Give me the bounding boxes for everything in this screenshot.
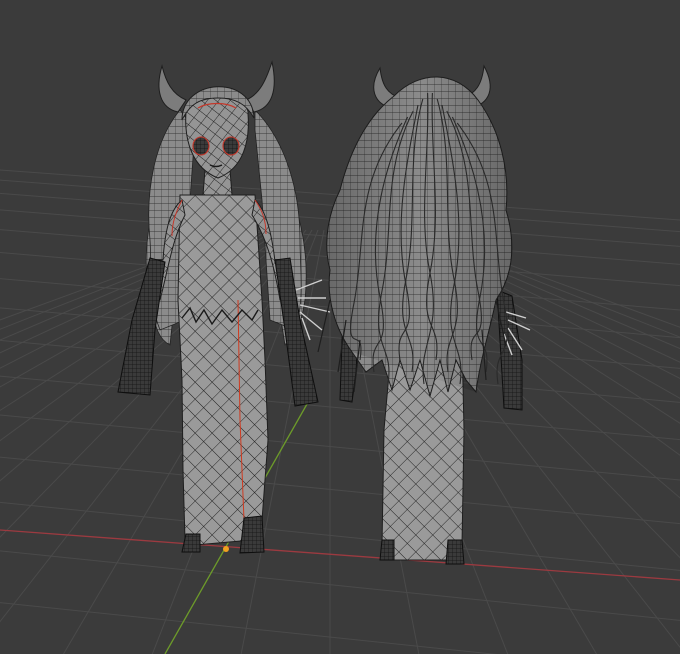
- back-foot-left: [379, 539, 395, 561]
- grid-line: [0, 501, 680, 571]
- grid-line: [0, 550, 680, 621]
- character-back-view[interactable]: [317, 64, 531, 565]
- 3d-viewport[interactable]: [0, 0, 680, 654]
- front-dress: [177, 194, 269, 546]
- x-axis-line: [0, 529, 680, 581]
- front-foot-right: [239, 515, 265, 554]
- grid-line: [0, 414, 680, 481]
- front-horn-left-icon: [158, 64, 187, 113]
- world-origin-icon: [223, 546, 229, 552]
- front-eye-right-icon: [222, 136, 240, 156]
- viewport-canvas[interactable]: [0, 0, 680, 654]
- character-front-view[interactable]: [117, 60, 331, 554]
- front-eye-left-icon: [192, 136, 210, 156]
- back-foot-right: [445, 539, 465, 565]
